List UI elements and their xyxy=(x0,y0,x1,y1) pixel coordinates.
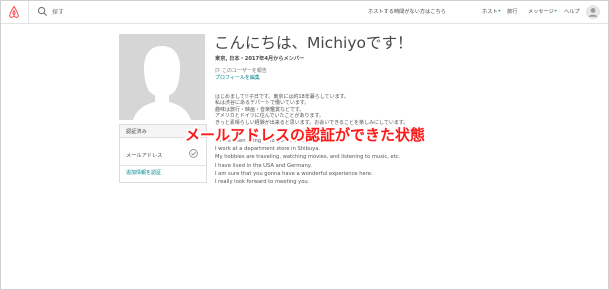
bio-line: I really look forward to meeting you. xyxy=(215,179,310,186)
profile-photo xyxy=(119,34,205,120)
search-input[interactable]: 探す xyxy=(52,7,64,16)
member-since: 東京, 日本・2017年4月からメンバー xyxy=(215,56,305,62)
check-circle-icon xyxy=(189,149,198,158)
flag-icon xyxy=(215,68,220,73)
bio-line: I have lived in the USA and Germany. xyxy=(215,162,312,169)
notification-dot: • xyxy=(553,8,558,15)
bio-line: I am sure that you gonna have a wonderfu… xyxy=(215,170,373,177)
report-user-link[interactable]: このユーザーを報告 xyxy=(215,67,267,74)
profile-greeting: こんにちは、Michiyoです！ xyxy=(214,34,413,52)
nav-messages-label[interactable]: メッセージ xyxy=(528,9,554,15)
edit-profile-link[interactable]: プロフィールを編集 xyxy=(215,74,260,81)
add-verification-link[interactable]: 追加情報を認証 xyxy=(126,169,161,176)
nav-help[interactable]: ヘルプ xyxy=(564,8,580,15)
nav-host-label[interactable]: ホスト xyxy=(482,9,498,15)
top-navigation-bar: 探す ホストする時間がない方はこちら ホスト• 旅行 メッセージ• ヘルプ xyxy=(1,1,608,24)
nav-host-link[interactable]: ホストする時間がない方はこちら xyxy=(368,8,446,15)
email-verified-label: メールアドレス xyxy=(126,153,163,159)
notification-dot: • xyxy=(497,8,502,15)
annotation-caption: メールアドレスの認証ができた状態 xyxy=(185,126,426,144)
nav-trips[interactable]: 旅行 xyxy=(507,8,517,15)
nav-host[interactable]: ホスト• xyxy=(482,8,501,15)
profile-silhouette-icon xyxy=(119,34,205,120)
verification-title: 認証済み xyxy=(126,129,147,135)
panel-divider xyxy=(120,165,206,166)
header-divider xyxy=(28,1,29,23)
search-icon[interactable] xyxy=(37,6,48,17)
nav-messages[interactable]: メッセージ• xyxy=(528,8,557,15)
airbnb-logo-icon[interactable] xyxy=(7,5,21,19)
bio-line: My hobbies are traveling, watching movie… xyxy=(215,154,401,161)
bio-line: I work at a department store in Shibuya. xyxy=(215,146,321,153)
bio-japanese: はじめまして!!子日です。東京には約18年暮らしています。 私は渋谷にあるデパー… xyxy=(215,94,408,126)
user-avatar-icon[interactable] xyxy=(586,5,600,19)
